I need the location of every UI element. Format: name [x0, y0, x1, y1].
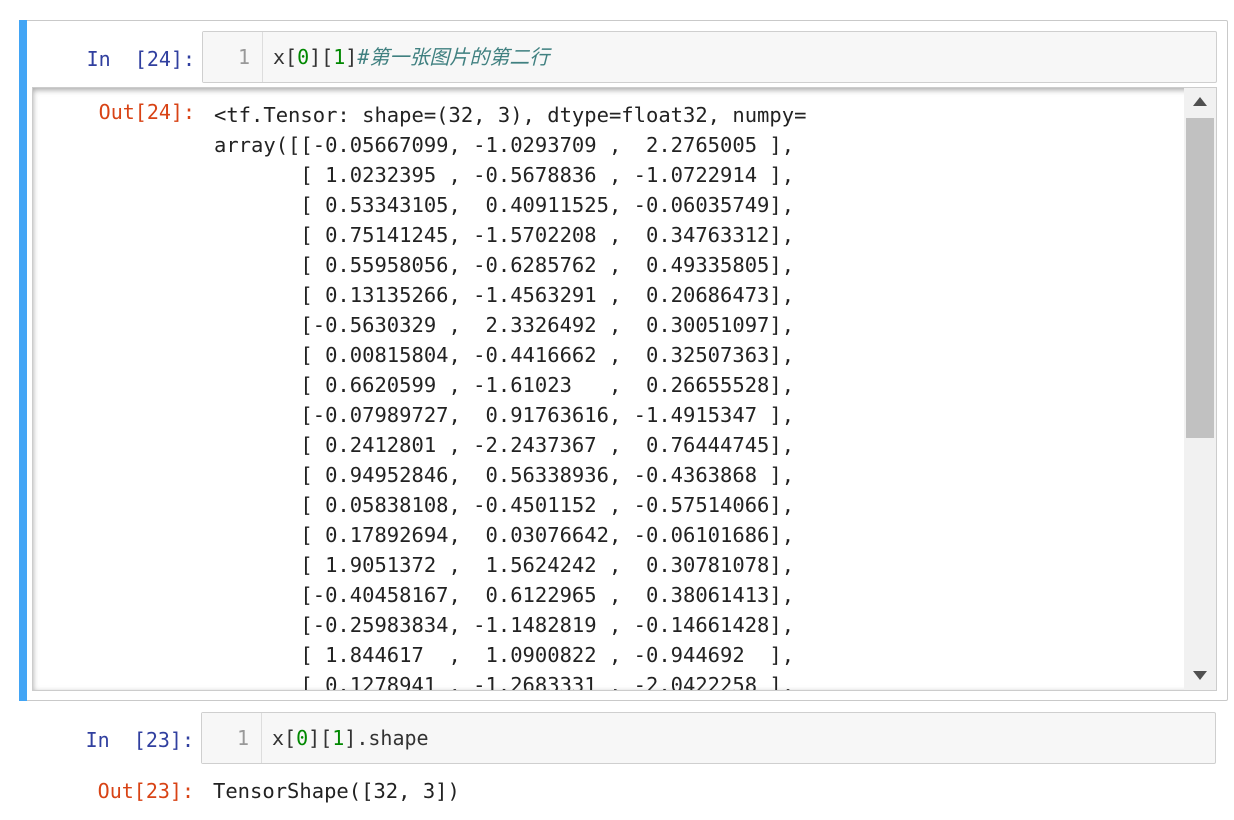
output-line: [ 0.94952846, 0.56338936, -0.4363868 ], — [214, 463, 795, 487]
output-line: [ 1.9051372 , 1.5624242 , 0.30781078], — [214, 553, 795, 577]
output-line: [ 0.13135266, -1.4563291 , 0.20686473], — [214, 283, 795, 307]
shape-output: TensorShape([32, 3]) — [213, 779, 460, 803]
output-line: <tf.Tensor: shape=(32, 3), dtype=float32… — [214, 103, 807, 127]
output-line: [ 0.6620599 , -1.61023 , 0.26655528], — [214, 373, 795, 397]
output-line: [ 0.53343105, 0.40911525, -0.06035749], — [214, 193, 795, 217]
output-line: [ 0.2412801 , -2.2437367 , 0.76444745], — [214, 433, 795, 457]
output-line: [ 1.844617 , 1.0900822 , -0.944692 ], — [214, 643, 795, 667]
output-line: [ 0.75141245, -1.5702208 , 0.34763312], — [214, 223, 795, 247]
in-prompt: In [24]: — [86, 47, 195, 71]
code-line[interactable]: x[0][1].shape — [272, 713, 429, 763]
out-prompt: Out[23]: — [97, 779, 194, 803]
output-scroll-area[interactable]: Out[24]: <tf.Tensor: shape=(32, 3), dtyp… — [32, 87, 1217, 691]
code-cell[interactable]: In [23]: 1 x[0][1].shape Out[23]: Tensor… — [19, 704, 1228, 820]
code-input[interactable]: 1 x[0][1].shape — [201, 712, 1216, 764]
output-scrollbar[interactable] — [1184, 88, 1216, 690]
output-line: [ 0.1278941 , -1.2683331 , -2.0422258 ], — [214, 673, 795, 691]
output-line: [-0.40458167, 0.6122965 , 0.38061413], — [214, 583, 795, 607]
line-number: 1 — [202, 713, 262, 763]
output-line: [ 1.0232395 , -0.5678836 , -1.0722914 ], — [214, 163, 795, 187]
line-number: 1 — [203, 32, 263, 82]
output-line: [-0.07989727, 0.91763616, -1.4915347 ], — [214, 403, 795, 427]
scroll-thumb[interactable] — [1186, 118, 1214, 438]
output-line: [-0.25983834, -1.1482819 , -0.14661428], — [214, 613, 795, 637]
in-prompt: In [23]: — [85, 728, 194, 752]
scroll-down-arrow-icon[interactable] — [1193, 671, 1207, 680]
output-line: [ 0.55958056, -0.6285762 , 0.49335805], — [214, 253, 795, 277]
output-line: [ 0.00815804, -0.4416662 , 0.32507363], — [214, 343, 795, 367]
output-line: array([[-0.05667099, -1.0293709 , 2.2765… — [214, 133, 795, 157]
code-input[interactable]: 1 x[0][1]#第一张图片的第二行 — [202, 31, 1217, 83]
output-line: [ 0.17892694, 0.03076642, -0.06101686], — [214, 523, 795, 547]
out-prompt: Out[24]: — [98, 100, 195, 124]
selected-cell-indicator — [19, 20, 27, 701]
code-line[interactable]: x[0][1]#第一张图片的第二行 — [273, 32, 549, 82]
output-line: [-0.5630329 , 2.3326492 , 0.30051097], — [214, 313, 795, 337]
code-cell-selected[interactable]: In [24]: 1 x[0][1]#第一张图片的第二行 Out[24]: <t… — [19, 20, 1228, 701]
tensor-output: <tf.Tensor: shape=(32, 3), dtype=float32… — [214, 100, 807, 691]
output-line: [ 0.05838108, -0.4501152 , -0.57514066], — [214, 493, 795, 517]
scroll-up-arrow-icon[interactable] — [1193, 97, 1207, 106]
